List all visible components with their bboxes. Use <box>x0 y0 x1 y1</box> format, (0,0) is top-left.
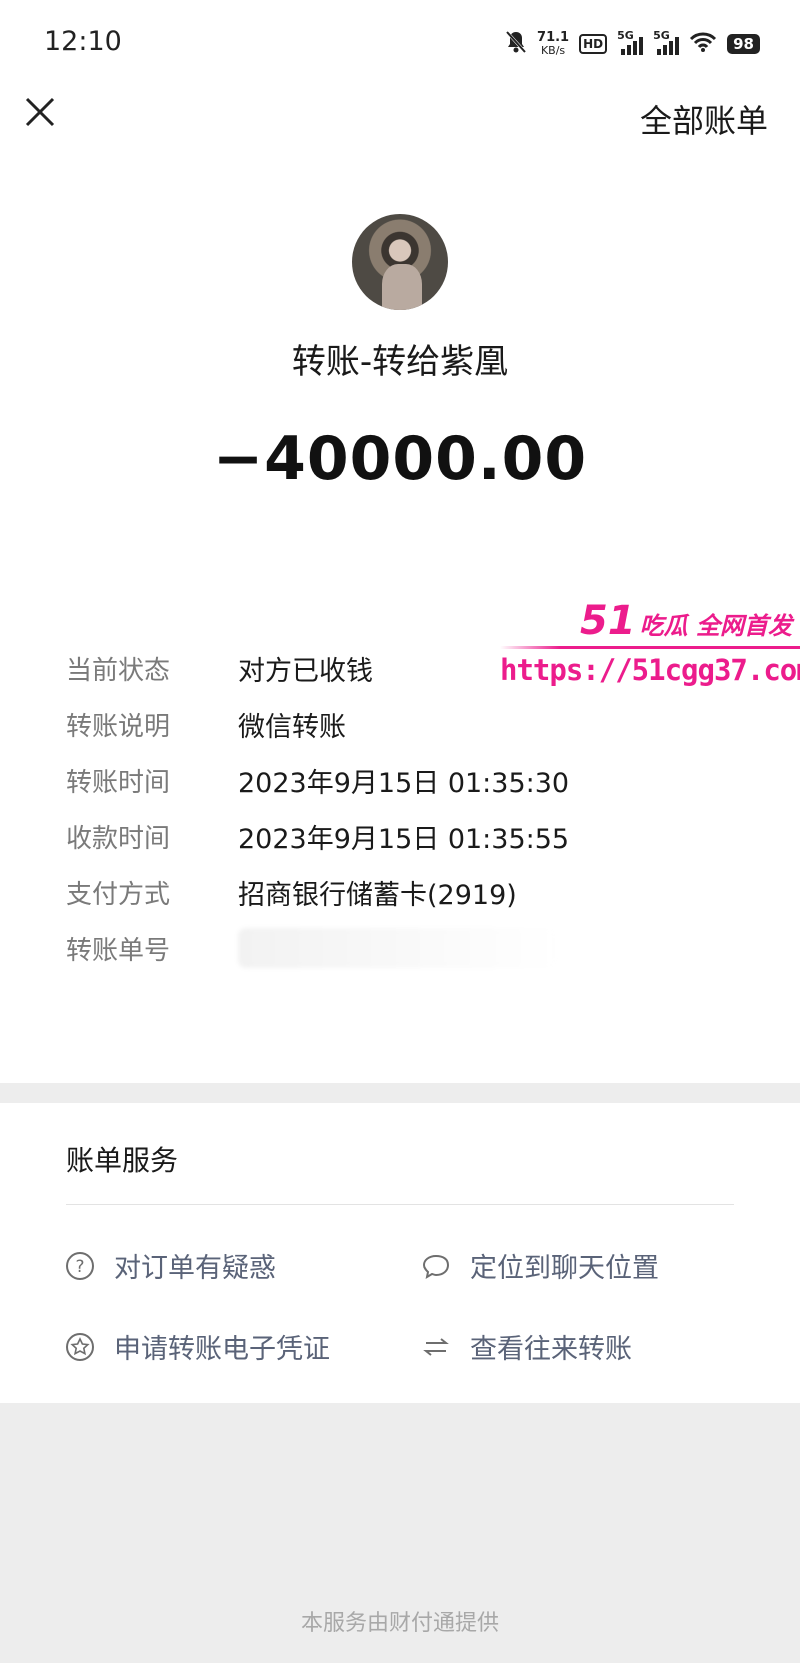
watermark-tagline: 吃瓜 全网首发 <box>639 612 792 640</box>
detail-value: 招商银行储蓄卡(2919) <box>238 879 517 911</box>
transfer-amount: −40000.00 <box>212 424 588 494</box>
battery-indicator: 98 <box>727 34 760 54</box>
wifi-icon <box>689 31 717 57</box>
detail-row-payment-method: 支付方式 招商银行储蓄卡(2919) <box>66 864 766 920</box>
detail-label: 收款时间 <box>66 823 171 854</box>
divider <box>66 1204 734 1205</box>
bell-muted-icon <box>505 30 527 58</box>
net-speed: 71.1 KB/s <box>537 31 569 57</box>
watermark-number: 51 <box>579 598 636 644</box>
swap-arrows-icon <box>420 1331 452 1363</box>
avatar[interactable] <box>352 214 448 310</box>
service-label: 申请转账电子凭证 <box>114 1334 330 1365</box>
watermark: 51 吃瓜 全网首发 https://51cgg37.com <box>500 598 800 687</box>
close-button[interactable] <box>22 94 58 130</box>
watermark-url: https://51cgg37.com <box>500 653 800 687</box>
star-badge-icon <box>64 1331 96 1363</box>
detail-label: 当前状态 <box>66 655 171 686</box>
locate-chat-button[interactable]: 定位到聊天位置 <box>420 1246 659 1285</box>
sim2-label: 5G <box>653 29 670 42</box>
detail-label: 转账说明 <box>66 711 171 742</box>
bill-services: 账单服务 ? 对订单有疑惑 定位到聊天位置 申请转账电子凭证 查看往来转账 <box>0 1103 800 1403</box>
transfer-number-redacted <box>238 928 558 968</box>
detail-value: 2023年9月15日 01:35:55 <box>238 823 570 855</box>
detail-row-transfer-time: 转账时间 2023年9月15日 01:35:30 <box>66 752 766 808</box>
question-icon: ? <box>64 1250 96 1282</box>
detail-row-transfer-number: 转账单号 <box>66 920 766 976</box>
chat-bubble-icon <box>420 1250 452 1282</box>
order-question-button[interactable]: ? 对订单有疑惑 <box>64 1246 276 1285</box>
detail-row-receive-time: 收款时间 2023年9月15日 01:35:55 <box>66 808 766 864</box>
status-bar: 12:10 71.1 KB/s HD 5G 5G 98 <box>0 0 800 90</box>
detail-label: 转账单号 <box>66 935 171 966</box>
net-speed-value: 71.1 <box>537 30 570 45</box>
status-icons: 71.1 KB/s HD 5G 5G 98 <box>505 29 760 58</box>
close-icon <box>25 97 55 127</box>
transfer-details: 当前状态 对方已收钱 转账说明 微信转账 转账时间 2023年9月15日 01:… <box>66 640 766 976</box>
detail-label: 支付方式 <box>66 879 171 910</box>
services-title: 账单服务 <box>66 1144 179 1177</box>
signal-icon-sim2: 5G <box>653 29 680 55</box>
detail-value: 对方已收钱 <box>238 655 373 687</box>
net-speed-unit: KB/s <box>540 44 566 57</box>
detail-value: 微信转账 <box>238 711 346 743</box>
service-label: 查看往来转账 <box>470 1334 632 1365</box>
transfer-title: 转账-转给紫凰 <box>291 342 509 382</box>
hd-badge: HD <box>579 34 608 54</box>
section-separator <box>0 1083 800 1103</box>
e-voucher-button[interactable]: 申请转账电子凭证 <box>64 1327 330 1366</box>
service-label: 对订单有疑惑 <box>114 1253 276 1284</box>
service-label: 定位到聊天位置 <box>470 1253 659 1284</box>
detail-row-note: 转账说明 微信转账 <box>66 696 766 752</box>
transfer-history-button[interactable]: 查看往来转账 <box>420 1327 632 1366</box>
footer-provider: 本服务由财付通提供 <box>300 1611 499 1636</box>
svg-text:?: ? <box>75 1257 84 1277</box>
signal-icon-sim1: 5G <box>617 29 644 55</box>
watermark-line <box>500 646 800 649</box>
status-time: 12:10 <box>44 26 122 57</box>
detail-value: 2023年9月15日 01:35:30 <box>238 767 570 799</box>
all-bills-link[interactable]: 全部账单 <box>640 96 768 142</box>
detail-label: 转账时间 <box>66 767 171 798</box>
sim1-label: 5G <box>617 29 634 42</box>
